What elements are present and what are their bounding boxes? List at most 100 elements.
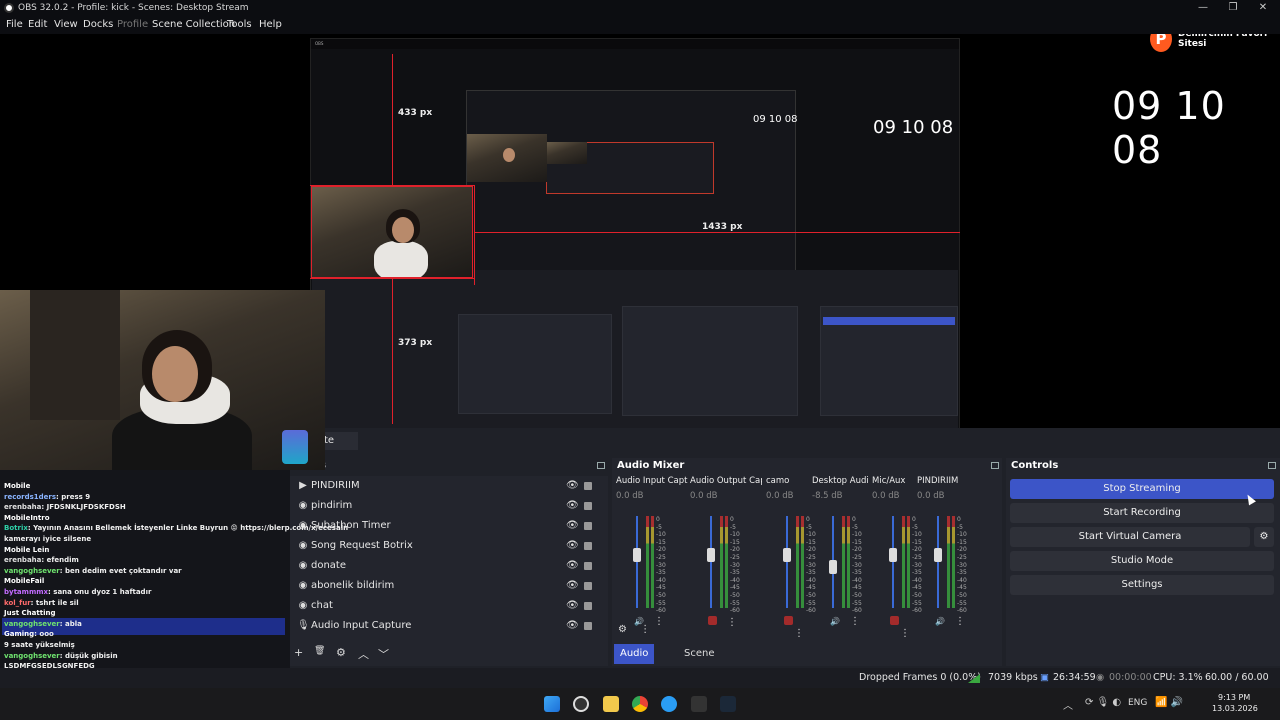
start-virtual-camera-button[interactable]: Start Virtual Camera bbox=[1010, 527, 1250, 547]
source-item[interactable]: ◉ Song Request Botrix 👁 bbox=[290, 536, 600, 556]
recording-time: 00:00:00 bbox=[1109, 672, 1152, 683]
volume-slider-handle[interactable] bbox=[829, 560, 837, 574]
volume-slider-handle[interactable] bbox=[707, 548, 715, 562]
lock-icon[interactable] bbox=[584, 582, 592, 590]
start-icon[interactable] bbox=[544, 696, 560, 712]
volume-slider[interactable] bbox=[829, 516, 837, 608]
mixer-settings-gear-icon[interactable]: ⚙ bbox=[618, 624, 627, 635]
visibility-eye-icon[interactable]: 👁 bbox=[566, 600, 579, 612]
source-item[interactable]: ◉ abonelik bildirim 👁 bbox=[290, 576, 600, 596]
source-item[interactable]: 🎙 Audio Input Capture 👁 bbox=[290, 616, 600, 636]
muted-icon[interactable] bbox=[708, 616, 717, 625]
channel-menu-icon[interactable]: ⋮ bbox=[654, 616, 664, 627]
mixer-channel: Desktop Audio -8.5 dB 0 -5 -10 -15 -20 -25 -30 -3… bbox=[812, 476, 868, 627]
muted-icon[interactable] bbox=[784, 616, 793, 625]
speaker-icon[interactable]: 🔊 bbox=[935, 617, 945, 626]
undock-icon[interactable] bbox=[991, 462, 999, 469]
tab-audio-mixer[interactable]: Audio Mixer bbox=[614, 644, 655, 679]
selected-webcam-source[interactable] bbox=[311, 186, 473, 278]
source-item[interactable]: ◉ chat 👁 bbox=[290, 596, 600, 616]
channel-menu-icon[interactable]: ⋮ bbox=[794, 628, 804, 639]
settings-button[interactable]: Settings bbox=[1010, 575, 1274, 595]
obs-taskbar-icon[interactable] bbox=[573, 696, 589, 712]
volume-slider-handle[interactable] bbox=[889, 548, 897, 562]
visibility-eye-icon[interactable]: 👁 bbox=[566, 480, 579, 492]
muted-icon[interactable] bbox=[890, 616, 899, 625]
tray-icons[interactable]: ⟳ 🎙 ◐ bbox=[1085, 697, 1121, 708]
menu-profile[interactable]: Profile bbox=[117, 16, 148, 34]
undock-icon[interactable] bbox=[597, 462, 605, 469]
studio-mode-button[interactable]: Studio Mode bbox=[1010, 551, 1274, 571]
visibility-eye-icon[interactable]: 👁 bbox=[566, 580, 579, 592]
speaker-icon[interactable]: 🔊 bbox=[830, 617, 840, 626]
close-button[interactable]: ✕ bbox=[1248, 0, 1278, 16]
visibility-eye-icon[interactable]: 👁 bbox=[566, 620, 579, 632]
visibility-eye-icon[interactable]: 👁 bbox=[566, 540, 579, 552]
menu-edit[interactable]: Edit bbox=[28, 16, 47, 34]
source-item[interactable]: ◉ donate 👁 bbox=[290, 556, 600, 576]
volume-slider[interactable] bbox=[889, 516, 897, 608]
volume-slider[interactable] bbox=[783, 516, 791, 608]
nested-obs-docks bbox=[312, 270, 958, 438]
volume-slider[interactable] bbox=[934, 516, 942, 608]
add-source-button[interactable]: + bbox=[294, 646, 303, 659]
clock-date[interactable]: 13.03.2026 bbox=[1212, 704, 1258, 713]
window-title: OBS 32.0.2 - Profile: kick - Scenes: Des… bbox=[18, 3, 249, 13]
maximize-button[interactable]: ❐ bbox=[1218, 0, 1248, 16]
lock-icon[interactable] bbox=[584, 522, 592, 530]
mixer-menu-icon[interactable]: ⋮ bbox=[640, 624, 650, 635]
source-item[interactable]: ◉ pindirim 👁 bbox=[290, 496, 600, 516]
move-down-button[interactable]: ﹀ bbox=[378, 646, 389, 662]
channel-menu-icon[interactable]: ⋮ bbox=[900, 628, 910, 639]
channel-name: Mic/Aux bbox=[872, 476, 906, 486]
lock-icon[interactable] bbox=[584, 542, 592, 550]
network-volume-icon[interactable]: 📶 🔊 bbox=[1155, 697, 1183, 708]
visibility-eye-icon[interactable]: 👁 bbox=[566, 500, 579, 512]
menu-view[interactable]: View bbox=[54, 16, 78, 34]
channel-menu-icon[interactable]: ⋮ bbox=[850, 616, 860, 627]
file-explorer-icon[interactable] bbox=[603, 696, 619, 712]
volume-slider[interactable] bbox=[707, 516, 715, 608]
lock-icon[interactable] bbox=[584, 622, 592, 630]
lock-icon[interactable] bbox=[584, 602, 592, 610]
volume-slider-handle[interactable] bbox=[783, 548, 791, 562]
visibility-eye-icon[interactable]: 👁 bbox=[566, 520, 579, 532]
volume-meter bbox=[796, 516, 799, 608]
chat-username: Mobile bbox=[4, 482, 31, 490]
chat-text: : tshrt ile sil bbox=[30, 598, 79, 607]
move-up-button[interactable]: ︿ bbox=[358, 646, 369, 662]
language-indicator[interactable]: ENG bbox=[1128, 698, 1147, 708]
undock-icon[interactable] bbox=[1268, 462, 1276, 469]
grammarly-icon[interactable] bbox=[661, 696, 677, 712]
volume-slider-handle[interactable] bbox=[633, 548, 641, 562]
virtual-camera-gear-icon[interactable]: ⚙ bbox=[1254, 527, 1274, 547]
chat-text: : ben dedim evet çoktandır var bbox=[59, 566, 182, 575]
start-recording-button[interactable]: Start Recording bbox=[1010, 503, 1274, 523]
visibility-eye-icon[interactable]: 👁 bbox=[566, 560, 579, 572]
chrome-icon[interactable] bbox=[632, 696, 648, 712]
channel-menu-icon[interactable]: ⋮ bbox=[955, 616, 965, 627]
stop-streaming-button[interactable]: Stop Streaming bbox=[1010, 479, 1274, 499]
menu-file[interactable]: File bbox=[6, 16, 23, 34]
menu-docks[interactable]: Docks bbox=[83, 16, 113, 34]
minimize-button[interactable]: — bbox=[1188, 0, 1218, 16]
volume-slider[interactable] bbox=[633, 516, 641, 608]
menu-scene-collection[interactable]: Scene Collection bbox=[152, 16, 235, 34]
remove-source-button[interactable]: 🗑 bbox=[314, 646, 325, 656]
lock-icon[interactable] bbox=[584, 482, 592, 490]
clock-time[interactable]: 9:13 PM bbox=[1218, 693, 1250, 702]
source-item[interactable]: ▶ PINDIRIIM 👁 bbox=[290, 476, 600, 496]
guide-line bbox=[474, 232, 960, 233]
app-icon[interactable] bbox=[691, 696, 707, 712]
chat-username: bytammmx bbox=[4, 588, 49, 596]
steam-icon[interactable] bbox=[720, 696, 736, 712]
tab-scene-transitions[interactable]: Scene Transitions bbox=[678, 644, 744, 679]
lock-icon[interactable] bbox=[584, 562, 592, 570]
menu-help[interactable]: Help bbox=[259, 16, 282, 34]
lock-icon[interactable] bbox=[584, 502, 592, 510]
menu-tools[interactable]: Tools bbox=[227, 16, 252, 34]
tray-chevron-icon[interactable]: ︿ bbox=[1063, 697, 1073, 712]
source-properties-button[interactable]: ⚙ bbox=[336, 646, 346, 659]
channel-menu-icon[interactable]: ⋮ bbox=[727, 617, 737, 628]
volume-slider-handle[interactable] bbox=[934, 548, 942, 562]
